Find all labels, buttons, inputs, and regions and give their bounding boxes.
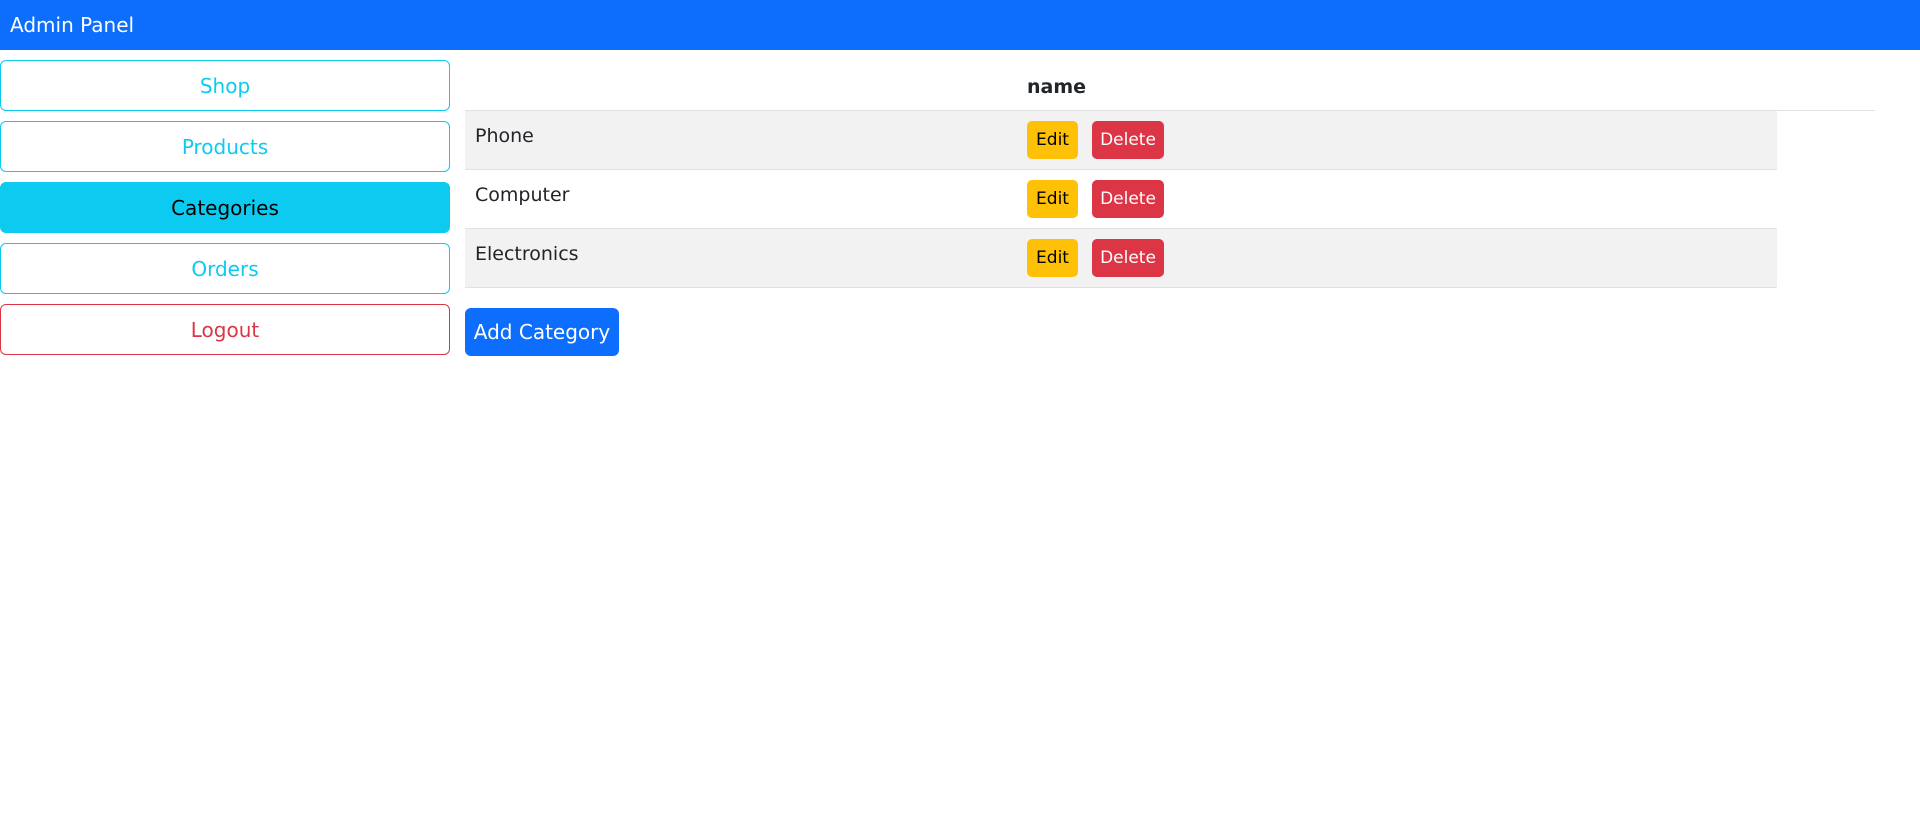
sidebar-item-shop[interactable]: Shop [0, 60, 450, 111]
category-name: Phone [475, 125, 534, 147]
sidebar-item-categories[interactable]: Categories [0, 182, 450, 233]
add-category-button[interactable]: Add Category [465, 308, 619, 356]
row-actions: Edit Delete [1027, 239, 1164, 277]
row-actions: Edit Delete [1027, 180, 1164, 218]
category-name: Computer [475, 184, 570, 206]
delete-button[interactable]: Delete [1092, 180, 1164, 218]
top-navbar: Admin Panel [0, 0, 1920, 50]
logout-button[interactable]: Logout [0, 304, 450, 355]
category-table-body: Phone Edit Delete Computer Edit Delete E… [465, 111, 1777, 288]
edit-button[interactable]: Edit [1027, 239, 1078, 277]
main-content: name Phone Edit Delete Computer Edit Del… [465, 60, 1875, 356]
row-actions: Edit Delete [1027, 121, 1164, 159]
table-header: name [465, 60, 1875, 111]
sidebar-item-orders[interactable]: Orders [0, 243, 450, 294]
edit-button[interactable]: Edit [1027, 180, 1078, 218]
column-header-name: name [1027, 76, 1087, 98]
table-row: Phone Edit Delete [465, 111, 1777, 170]
delete-button[interactable]: Delete [1092, 121, 1164, 159]
table-row: Electronics Edit Delete [465, 229, 1777, 288]
navbar-brand[interactable]: Admin Panel [10, 13, 134, 37]
table-row: Computer Edit Delete [465, 170, 1777, 229]
delete-button[interactable]: Delete [1092, 239, 1164, 277]
edit-button[interactable]: Edit [1027, 121, 1078, 159]
category-name: Electronics [475, 243, 579, 265]
sidebar-item-products[interactable]: Products [0, 121, 450, 172]
sidebar: Shop Products Categories Orders Logout [0, 60, 450, 365]
